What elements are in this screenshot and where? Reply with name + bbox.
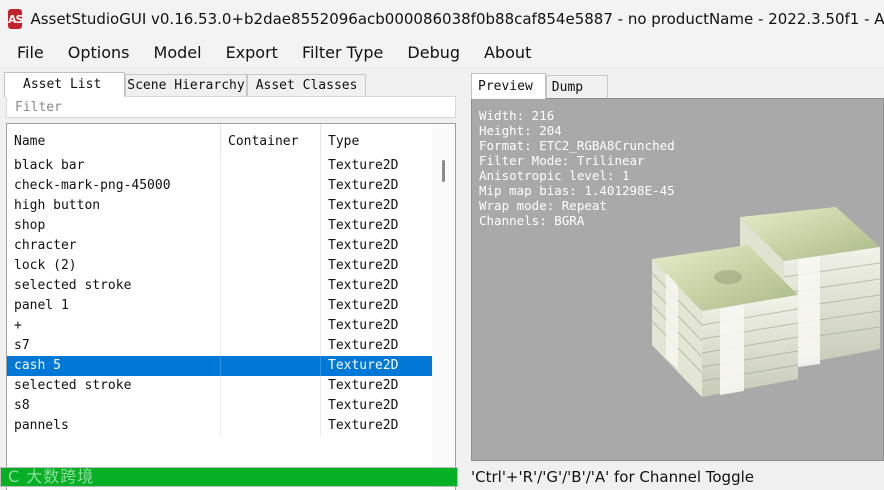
cash-stacks-image [651, 207, 881, 397]
cell-container [221, 256, 321, 276]
info-line: Height: 204 [479, 123, 562, 138]
column-header-type[interactable]: Type [321, 124, 433, 158]
table-row[interactable]: s8 Texture2D [7, 396, 433, 416]
right-panel: Preview Dump Width: 216 Height: 204 Format… [466, 68, 884, 490]
cell-type: Texture2D [328, 198, 399, 213]
channel-toggle-hint: 'Ctrl'+'R'/'G'/'B'/'A' for Channel Toggl… [471, 468, 754, 486]
list-header: Name Container Type [7, 124, 433, 158]
asset-info: Width: 216 Height: 204 Format: ETC2_RGBA8C… [479, 108, 675, 228]
cell-name: s8 [7, 396, 221, 416]
cell-type: Texture2D [328, 338, 399, 353]
cell-container [221, 316, 321, 336]
filter-input[interactable]: Filter [6, 96, 456, 118]
menu-bar: File Options Model Export Filter Type De… [0, 38, 884, 68]
column-header-container[interactable]: Container [221, 124, 321, 158]
window-title: AssetStudioGUI v0.16.53.0+b2dae8552096ac… [30, 10, 884, 28]
cell-name: check-mark-png-45000 [7, 176, 221, 196]
cell-name: chracter [7, 236, 221, 256]
title-bar: AS AssetStudioGUI v0.16.53.0+b2dae855209… [0, 0, 884, 38]
tab-asset-list[interactable]: Asset List [4, 72, 126, 97]
cell-type: Texture2D [328, 258, 399, 273]
cell-type: Texture2D [328, 378, 399, 393]
menu-model[interactable]: Model [142, 43, 214, 62]
left-tab-strip: Asset List Scene Hierarchy Asset Classes [4, 72, 367, 97]
cell-type: Texture2D [328, 298, 399, 313]
menu-about[interactable]: About [472, 43, 543, 62]
tab-dump[interactable]: Dump [545, 75, 609, 98]
cell-name: cash 5 [7, 356, 221, 376]
table-row[interactable]: lock (2) Texture2D [7, 256, 433, 276]
cell-container [221, 416, 321, 436]
menu-file[interactable]: File [0, 43, 56, 62]
cell-type: Texture2D [328, 278, 399, 293]
preview-area: Width: 216 Height: 204 Format: ETC2_RGBA8C… [471, 98, 884, 461]
cell-type: Texture2D [328, 158, 399, 173]
cell-name: black bar [7, 156, 221, 176]
cell-container [221, 216, 321, 236]
cell-name: pannels [7, 416, 221, 436]
watermark-text: C 大数跨境 [8, 467, 95, 486]
tab-preview[interactable]: Preview [471, 73, 546, 99]
info-line: Mip map bias: 1.401298E-45 [479, 183, 675, 198]
menu-debug[interactable]: Debug [395, 43, 472, 62]
cell-container [221, 336, 321, 356]
vertical-scroll-thumb[interactable] [442, 160, 445, 182]
cell-type: Texture2D [328, 178, 399, 193]
menu-options[interactable]: Options [56, 43, 142, 62]
cell-container [221, 236, 321, 256]
cell-container [221, 196, 321, 216]
cell-container [221, 276, 321, 296]
right-tab-strip: Preview Dump [471, 73, 609, 99]
vertical-scrollbar[interactable] [432, 124, 455, 490]
table-row[interactable]: cash 5 Texture2D [7, 356, 433, 376]
menu-filter-type[interactable]: Filter Type [290, 43, 395, 62]
menu-export[interactable]: Export [214, 43, 290, 62]
cell-name: shop [7, 216, 221, 236]
info-line: Anisotropic level: 1 [479, 168, 630, 183]
info-line: Channels: BGRA [479, 213, 585, 228]
app-logo-icon: AS [8, 9, 23, 29]
cell-name: s7 [7, 336, 221, 356]
table-row[interactable]: chracter Texture2D [7, 236, 433, 256]
table-row[interactable]: + Texture2D [7, 316, 433, 336]
table-row[interactable]: black bar Texture2D [7, 156, 433, 176]
info-line: Format: ETC2_RGBA8Crunched [479, 138, 675, 153]
table-row[interactable]: shop Texture2D [7, 216, 433, 236]
asset-list[interactable]: Name Container Type black bar Texture2D ch… [6, 123, 456, 490]
cell-name: lock (2) [7, 256, 221, 276]
tab-scene-hierarchy[interactable]: Scene Hierarchy [125, 74, 247, 96]
left-panel: Asset List Scene Hierarchy Asset Classes… [0, 68, 462, 490]
info-line: Wrap mode: Repeat [479, 198, 607, 213]
cell-container [221, 356, 321, 376]
tab-asset-classes[interactable]: Asset Classes [246, 74, 367, 96]
table-row[interactable]: selected stroke Texture2D [7, 276, 433, 296]
cell-type: Texture2D [328, 318, 399, 333]
cell-type: Texture2D [328, 418, 399, 433]
cell-name: selected stroke [7, 276, 221, 296]
table-row[interactable]: high button Texture2D [7, 196, 433, 216]
info-line: Width: 216 [479, 108, 555, 123]
cell-name: high button [7, 196, 221, 216]
cell-container [221, 156, 321, 176]
table-row[interactable]: pannels Texture2D [7, 416, 433, 436]
list-rows: black bar Texture2D check-mark-png-45000 Te… [7, 156, 433, 436]
cell-container [221, 176, 321, 196]
cell-type: Texture2D [328, 358, 399, 373]
cell-container [221, 296, 321, 316]
cell-name: selected stroke [7, 376, 221, 396]
table-row[interactable]: s7 Texture2D [7, 336, 433, 356]
cell-name: + [7, 316, 221, 336]
cell-container [221, 396, 321, 416]
table-row[interactable]: check-mark-png-45000 Texture2D [7, 176, 433, 196]
cell-type: Texture2D [328, 218, 399, 233]
table-row[interactable]: panel 1 Texture2D [7, 296, 433, 316]
info-line: Filter Mode: Trilinear [479, 153, 645, 168]
cell-type: Texture2D [328, 398, 399, 413]
column-header-name[interactable]: Name [7, 124, 221, 158]
cell-container [221, 376, 321, 396]
cell-type: Texture2D [328, 238, 399, 253]
table-row[interactable]: selected stroke Texture2D [7, 376, 433, 396]
cell-name: panel 1 [7, 296, 221, 316]
